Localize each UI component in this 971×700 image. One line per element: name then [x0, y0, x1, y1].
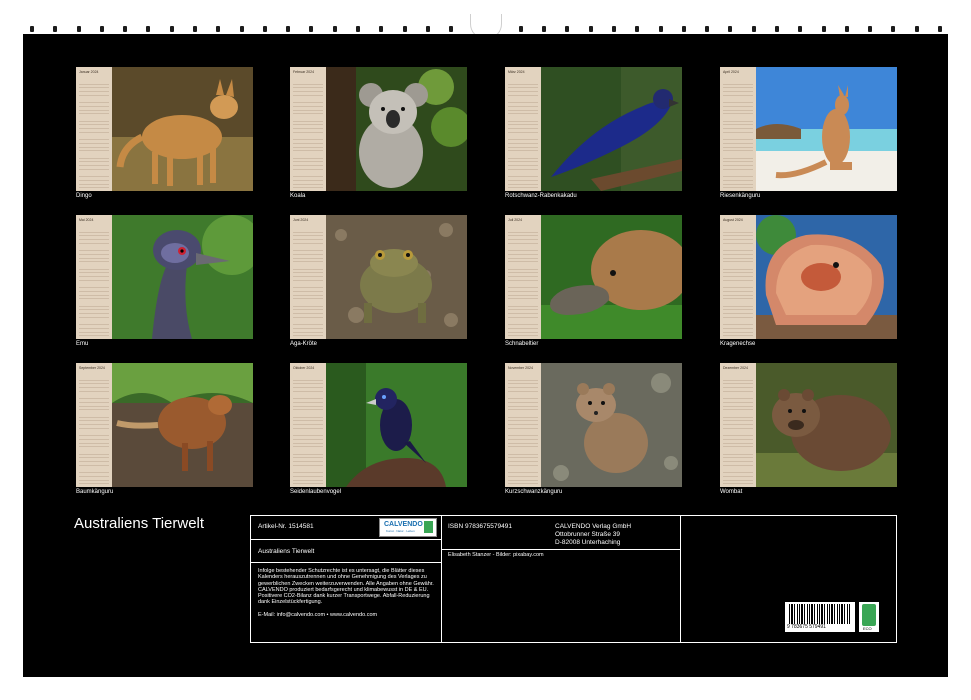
month-thumb-december: Dezember 2024 Wombat: [720, 363, 897, 500]
calendar-strip: April 2024: [720, 67, 756, 191]
month-thumb-august: August 2024 Kragenechse: [720, 215, 897, 352]
month-label: Juni 2024: [293, 218, 309, 222]
photo-caption: Riesenkänguru: [720, 193, 761, 199]
calvendo-logo: CALVENDO Kunst · Natur · Leben: [379, 518, 437, 537]
month-thumb-october: Oktober 2024 Seidenlaubenvogel: [290, 363, 467, 500]
photo-caption: Aga-Kröte: [290, 341, 318, 347]
calendar-strip: Oktober 2024: [290, 363, 326, 487]
divider: [251, 562, 441, 563]
article-number: Artikel-Nr. 1514581: [258, 523, 314, 530]
publisher-name: CALVENDO Verlag GmbH: [555, 523, 632, 530]
photo-caption: Baumkänguru: [76, 489, 114, 495]
info-column-codes: 9 783675 579491 ECO: [681, 516, 896, 642]
month-thumb-january: Januar 2024 Dingo: [76, 67, 253, 204]
calendar-strip: Juni 2024: [290, 215, 326, 339]
product-info-box: Artikel-Nr. 1514581 CALVENDO Kunst · Nat…: [250, 515, 897, 643]
bowerbird-photo: [326, 363, 467, 487]
legal-notice: Infolge bestehender Schutzrechte ist es …: [258, 568, 434, 606]
month-label: Februar 2024: [293, 70, 315, 74]
info-column-legal: Artikel-Nr. 1514581 CALVENDO Kunst · Nat…: [251, 516, 442, 642]
isbn: ISBN 9783675579491: [448, 523, 512, 530]
toad-photo: [326, 215, 467, 339]
calendar-strip: März 2024: [505, 67, 541, 191]
month-label: Januar 2024: [79, 70, 99, 74]
wombat-photo: [756, 363, 897, 487]
month-thumb-november: November 2024 Kurzschwanzkänguru: [505, 363, 682, 500]
month-thumb-march: März 2024 Rotschwanz-Rabenkakadu: [505, 67, 682, 204]
month-label: September 2024: [79, 366, 105, 370]
tree-kangaroo-photo: [112, 363, 253, 487]
calendar-strip: Februar 2024: [290, 67, 326, 191]
month-thumb-june: Juni 2024 Aga-Kröte: [290, 215, 467, 352]
kangaroo-photo: [756, 67, 897, 191]
photo-caption: Emu: [76, 341, 89, 347]
calendar-strip: Januar 2024: [76, 67, 112, 191]
dingo-photo: [112, 67, 253, 191]
eco-label-icon: ECO: [859, 602, 879, 632]
photo-caption: Rotschwanz-Rabenkakadu: [505, 193, 577, 199]
publisher-city: D-82008 Unterhaching: [555, 539, 621, 546]
calendar-strip: Dezember 2024: [720, 363, 756, 487]
month-label: Oktober 2024: [293, 366, 315, 370]
photo-caption: Kurzschwanzkänguru: [505, 489, 563, 495]
quokka-photo: [541, 363, 682, 487]
photo-caption: Koala: [290, 193, 306, 199]
month-thumb-april: April 2024 Riesenkänguru: [720, 67, 897, 204]
divider: [251, 539, 441, 540]
month-label: März 2024: [508, 70, 525, 74]
photo-caption: Wombat: [720, 489, 743, 495]
photo-credits: Elisabeth Stanzer - Bilder: pixabay.com: [448, 552, 544, 558]
calendar-title: Australiens Tierwelt: [74, 515, 205, 532]
month-thumb-july: Juli 2024 Schnabeltier: [505, 215, 682, 352]
calendar-strip: November 2024: [505, 363, 541, 487]
photo-caption: Dingo: [76, 193, 92, 199]
calendar-strip: August 2024: [720, 215, 756, 339]
divider: [442, 549, 680, 550]
frilled-lizard-photo: [756, 215, 897, 339]
platypus-photo: [541, 215, 682, 339]
koala-photo: [326, 67, 467, 191]
month-thumb-september: September 2024 Baumkänguru: [76, 363, 253, 500]
emu-photo: [112, 215, 253, 339]
photo-caption: Kragenechse: [720, 341, 756, 347]
contact-line: E-Mail: info@calvendo.com • www.calvendo…: [258, 612, 378, 618]
info-column-publisher: ISBN 9783675579491 CALVENDO Verlag GmbH …: [442, 516, 681, 642]
month-thumb-february: Februar 2024 Koala: [290, 67, 467, 204]
isbn-barcode: 9 783675 579491: [785, 602, 855, 632]
calendar-strip: Mai 2024: [76, 215, 112, 339]
calendar-strip: Juli 2024: [505, 215, 541, 339]
month-label: Juli 2024: [508, 218, 523, 222]
photo-caption: Schnabeltier: [505, 341, 539, 347]
publisher-street: Ottobrunner Straße 39: [555, 531, 621, 538]
month-label: April 2024: [723, 70, 739, 74]
month-thumb-may: Mai 2024 Emu: [76, 215, 253, 352]
photo-caption: Seidenlaubenvogel: [290, 489, 342, 495]
month-label: Mai 2024: [79, 218, 94, 222]
product-title: Australiens Tierwelt: [258, 548, 315, 555]
month-label: November 2024: [508, 366, 533, 370]
cockatoo-photo: [541, 67, 682, 191]
month-label: Dezember 2024: [723, 366, 748, 370]
month-label: August 2024: [723, 218, 743, 222]
calendar-strip: September 2024: [76, 363, 112, 487]
